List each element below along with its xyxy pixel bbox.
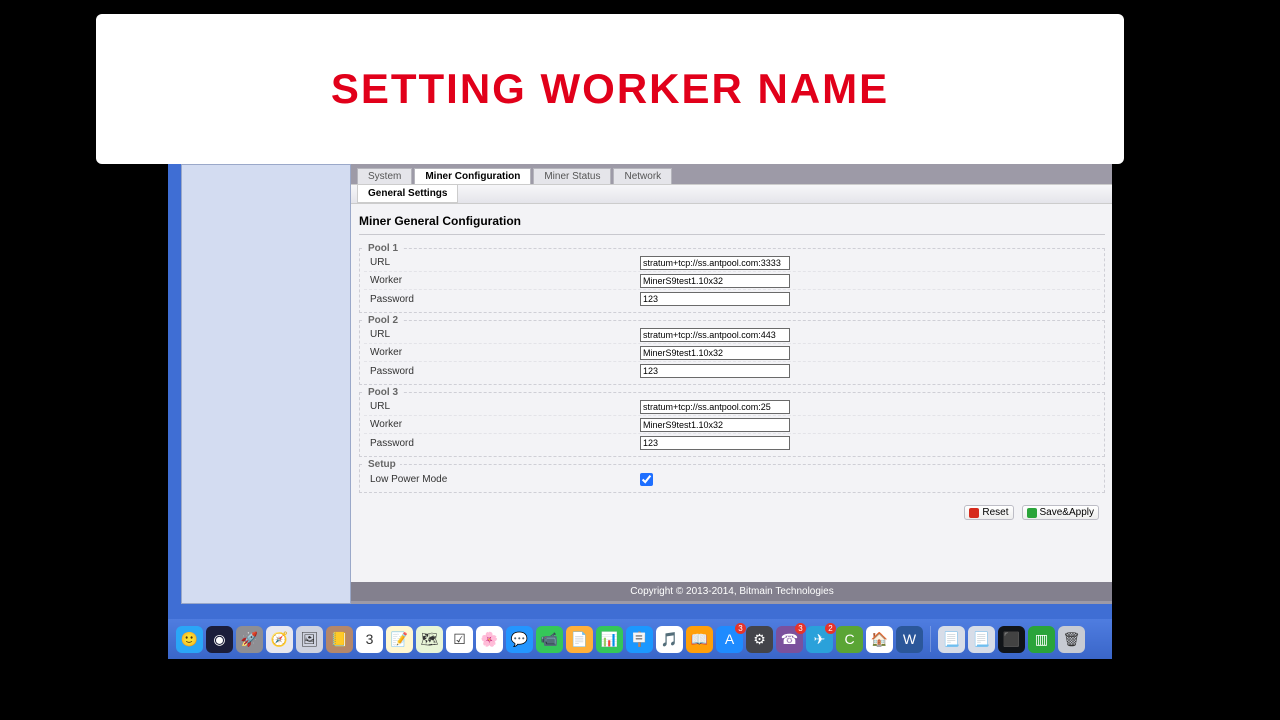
photos-icon[interactable]: 🌸 <box>476 626 503 653</box>
safari-icon[interactable]: 🧭 <box>266 626 293 653</box>
pool-2-worker-input[interactable] <box>640 346 790 360</box>
reset-icon <box>969 508 979 518</box>
contacts-icon[interactable]: 📒 <box>326 626 353 653</box>
pool-2-worker-row: Worker <box>364 344 1100 362</box>
pool-1-url-input[interactable] <box>640 256 790 270</box>
preview-icon[interactable]: 🖼 <box>296 626 323 653</box>
miner-config-window: SystemMiner ConfigurationMiner StatusNet… <box>351 164 1112 604</box>
reset-label: Reset <box>982 507 1008 518</box>
pool-2-url-label: URL <box>370 329 640 340</box>
content-area: Miner General Configuration Pool 1 URL Wor… <box>351 204 1112 582</box>
facetime-icon[interactable]: 📹 <box>536 626 563 653</box>
pool-2-worker-label: Worker <box>370 347 640 358</box>
pool-1-worker-input[interactable] <box>640 274 790 288</box>
copyright: Copyright © 2013-2014, Bitmain Technolog… <box>351 582 1112 601</box>
launchpad-icon[interactable]: 🚀 <box>236 626 263 653</box>
mac-screen: SystemMiner ConfigurationMiner StatusNet… <box>168 164 1112 659</box>
pool-1-legend: Pool 1 <box>364 243 402 254</box>
banner-title: SETTING WORKER NAME <box>331 65 889 113</box>
mac-dock: 🙂◉🚀🧭🖼📒3📝🗺☑🌸💬📹📄📊🪧🎵📖A3⚙☎3✈2C🏠W📃📃⬛▥🗑 <box>168 619 1112 659</box>
trash-icon[interactable]: 🗑 <box>1058 626 1085 653</box>
reset-button[interactable]: Reset <box>964 505 1013 520</box>
pool-1-url-row: URL <box>364 254 1100 272</box>
save-apply-label: Save&Apply <box>1040 507 1094 518</box>
appstore-icon-badge: 3 <box>735 623 746 634</box>
pool-2-password-input[interactable] <box>640 364 790 378</box>
setup-fieldset: Setup Low Power Mode <box>359 459 1105 493</box>
pool-3-worker-input[interactable] <box>640 418 790 432</box>
pool-2-legend: Pool 2 <box>364 315 402 326</box>
maps-icon[interactable]: 🗺 <box>416 626 443 653</box>
appstore-icon[interactable]: A3 <box>716 626 743 653</box>
pages-icon[interactable]: 📄 <box>566 626 593 653</box>
doc1-icon[interactable]: 📃 <box>938 626 965 653</box>
pool-3-url-label: URL <box>370 401 640 412</box>
pool-2-password-label: Password <box>370 366 640 377</box>
pool-3-legend: Pool 3 <box>364 387 402 398</box>
black-window-icon[interactable]: ⬛ <box>998 626 1025 653</box>
dock-separator <box>930 626 931 652</box>
pool-3-url-input[interactable] <box>640 400 790 414</box>
subtab-general-settings[interactable]: General Settings <box>357 185 458 203</box>
save-icon <box>1027 508 1037 518</box>
pool-3-password-row: Password <box>364 434 1100 452</box>
word-icon[interactable]: W <box>896 626 923 653</box>
camtasia-icon[interactable]: C <box>836 626 863 653</box>
tab-miner-configuration[interactable]: Miner Configuration <box>414 168 531 184</box>
pool-2-fieldset: Pool 2 URL Worker Password <box>359 315 1105 385</box>
viber-icon-badge: 3 <box>795 623 806 634</box>
pool-3-password-input[interactable] <box>640 436 790 450</box>
siri-icon[interactable]: ◉ <box>206 626 233 653</box>
pool-1-password-row: Password <box>364 290 1100 308</box>
footer-actions: Reset Save&Apply <box>359 495 1105 520</box>
pool-2-url-row: URL <box>364 326 1100 344</box>
low-power-checkbox[interactable] <box>640 473 653 486</box>
pool-1-worker-label: Worker <box>370 275 640 286</box>
itunes-icon[interactable]: 🎵 <box>656 626 683 653</box>
low-power-row: Low Power Mode <box>364 470 1100 488</box>
keynote-icon[interactable]: 🪧 <box>626 626 653 653</box>
sub-tabs: General Settings <box>351 184 1112 204</box>
reminders-icon[interactable]: ☑ <box>446 626 473 653</box>
pool-3-url-row: URL <box>364 398 1100 416</box>
save-apply-button[interactable]: Save&Apply <box>1022 505 1099 520</box>
pool-3-worker-label: Worker <box>370 419 640 430</box>
settings-icon[interactable]: ⚙ <box>746 626 773 653</box>
messages-icon[interactable]: 💬 <box>506 626 533 653</box>
telegram-icon[interactable]: ✈2 <box>806 626 833 653</box>
tab-system[interactable]: System <box>357 168 412 184</box>
notes-icon[interactable]: 📝 <box>386 626 413 653</box>
pool-2-url-input[interactable] <box>640 328 790 342</box>
pool-3-fieldset: Pool 3 URL Worker Password <box>359 387 1105 457</box>
setup-legend: Setup <box>364 459 400 470</box>
pool-1-fieldset: Pool 1 URL Worker Password <box>359 243 1105 313</box>
numbers-icon[interactable]: 📊 <box>596 626 623 653</box>
tab-network[interactable]: Network <box>613 168 672 184</box>
doc2-icon[interactable]: 📃 <box>968 626 995 653</box>
calendar-icon[interactable]: 3 <box>356 626 383 653</box>
pool-3-worker-row: Worker <box>364 416 1100 434</box>
browser-sidebar <box>181 164 351 604</box>
tab-miner-status[interactable]: Miner Status <box>533 168 611 184</box>
pool-1-url-label: URL <box>370 257 640 268</box>
low-power-label: Low Power Mode <box>370 474 640 485</box>
ibooks-icon[interactable]: 📖 <box>686 626 713 653</box>
pool-2-password-row: Password <box>364 362 1100 380</box>
telegram-icon-badge: 2 <box>825 623 836 634</box>
pool-1-password-input[interactable] <box>640 292 790 306</box>
pool-3-password-label: Password <box>370 438 640 449</box>
green-folder-icon[interactable]: ▥ <box>1028 626 1055 653</box>
main-tabs: SystemMiner ConfigurationMiner StatusNet… <box>351 164 1112 184</box>
page-title: Miner General Configuration <box>359 214 1105 235</box>
banner: SETTING WORKER NAME <box>96 14 1124 164</box>
pool-1-worker-row: Worker <box>364 272 1100 290</box>
viber-icon[interactable]: ☎3 <box>776 626 803 653</box>
home-app-icon[interactable]: 🏠 <box>866 626 893 653</box>
pool-1-password-label: Password <box>370 294 640 305</box>
finder-icon[interactable]: 🙂 <box>176 626 203 653</box>
